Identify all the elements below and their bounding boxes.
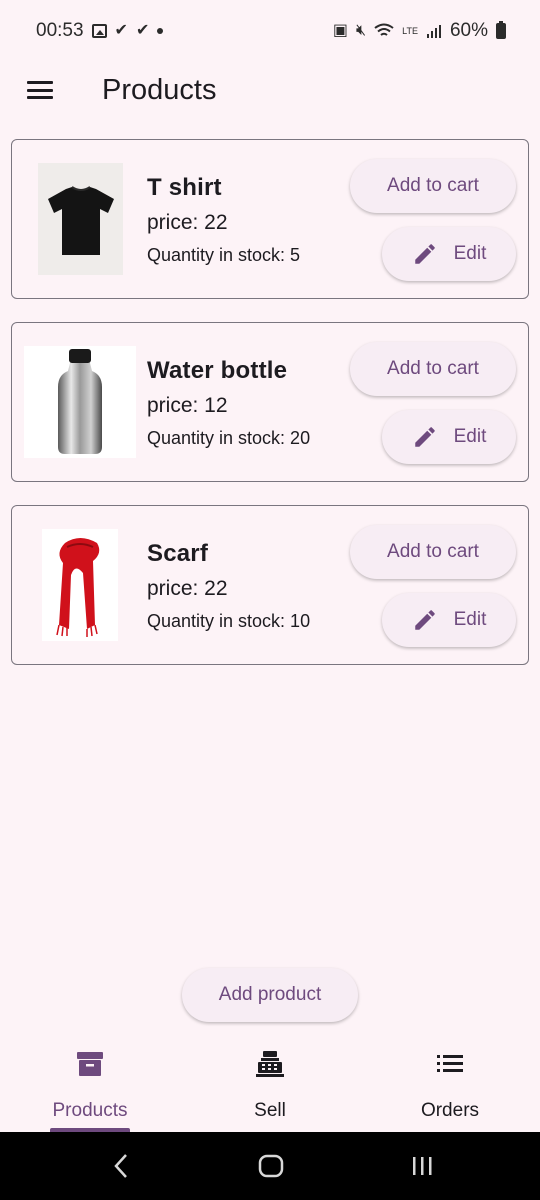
product-info: T shirt price: 22 Quantity in stock: 5: [147, 174, 300, 266]
product-name: Water bottle: [147, 357, 288, 384]
product-card: T shirt price: 22 Quantity in stock: 5 A…: [11, 139, 529, 299]
edit-button[interactable]: Edit: [382, 227, 516, 281]
sync-icon: ▣: [332, 22, 349, 39]
bottom-navigation: Products Sell Orders: [0, 1036, 540, 1132]
product-stock: Quantity in stock: 10: [147, 611, 311, 631]
menu-button[interactable]: [12, 62, 68, 118]
system-navigation-bar: [0, 1132, 540, 1200]
edit-label: Edit: [453, 426, 487, 447]
check-notification-icon-2: ✔: [135, 22, 150, 39]
product-name: T shirt: [147, 174, 222, 201]
signal-icon: [426, 25, 441, 38]
wifi-icon: [374, 23, 394, 36]
list-icon: [436, 1048, 464, 1080]
home-button[interactable]: [255, 1150, 287, 1182]
product-card: Scarf price: 22 Quantity in stock: 10 Ad…: [11, 505, 529, 665]
product-price: price: 22: [147, 211, 228, 234]
image-notification-icon: [91, 24, 107, 38]
edit-label: Edit: [453, 609, 487, 630]
product-price: price: 12: [147, 394, 228, 417]
nav-label: Sell: [254, 1100, 286, 1121]
product-info: Water bottle price: 12 Quantity in stock…: [147, 357, 310, 449]
product-price: price: 22: [147, 577, 228, 600]
mute-icon: 🔇︎: [356, 22, 367, 39]
battery-icon: [496, 21, 506, 39]
cash-register-icon: [255, 1048, 285, 1080]
pencil-icon: [414, 427, 435, 447]
check-notification-icon: ✔: [114, 22, 128, 39]
edit-button[interactable]: Edit: [382, 593, 516, 647]
product-name: Scarf: [147, 540, 209, 567]
product-stock: Quantity in stock: 20: [147, 428, 311, 448]
add-product-button[interactable]: Add product: [182, 968, 358, 1022]
pencil-icon: [414, 244, 435, 264]
nav-item-sell[interactable]: Sell: [180, 1036, 360, 1132]
status-time: 00:53: [36, 20, 84, 41]
product-list: T shirt price: 22 Quantity in stock: 5 A…: [11, 139, 529, 688]
back-icon: [114, 1154, 127, 1178]
nav-label: Orders: [420, 1100, 480, 1121]
status-left: 00:53 ✔ ✔: [36, 20, 164, 42]
nav-item-orders[interactable]: Orders: [360, 1036, 540, 1132]
status-right: ▣ 🔇︎ LTE 60%: [333, 20, 506, 42]
home-icon: [258, 1154, 284, 1178]
product-info: Scarf price: 22 Quantity in stock: 10: [147, 540, 310, 632]
app-bar: Products: [0, 62, 540, 118]
product-card: Water bottle price: 12 Quantity in stock…: [11, 322, 529, 482]
nav-label: Products: [52, 1100, 128, 1121]
scarf-image: [42, 529, 118, 641]
recent-apps-button[interactable]: [406, 1150, 438, 1182]
pencil-icon: [414, 610, 435, 630]
add-to-cart-button[interactable]: Add to cart: [350, 342, 516, 396]
more-notifications-dot-icon: [157, 28, 164, 34]
menu-icon: [27, 81, 53, 99]
t-shirt-image: [38, 163, 123, 275]
archive-box-icon: [76, 1048, 104, 1080]
nav-item-products[interactable]: Products: [0, 1036, 180, 1132]
add-to-cart-button[interactable]: Add to cart: [350, 159, 516, 213]
product-stock: Quantity in stock: 5: [147, 245, 301, 265]
recent-apps-icon: [413, 1157, 432, 1175]
page-title: Products: [102, 73, 217, 106]
lte-indicator: LTE: [402, 25, 418, 36]
battery-percent: 60%: [449, 20, 488, 41]
edit-button[interactable]: Edit: [382, 410, 516, 464]
status-bar: 00:53 ✔ ✔ ▣ 🔇︎ LTE 60%: [0, 0, 540, 62]
edit-label: Edit: [453, 243, 487, 264]
add-to-cart-button[interactable]: Add to cart: [350, 525, 516, 579]
water-bottle-image: [24, 346, 136, 458]
back-button[interactable]: [106, 1150, 136, 1182]
